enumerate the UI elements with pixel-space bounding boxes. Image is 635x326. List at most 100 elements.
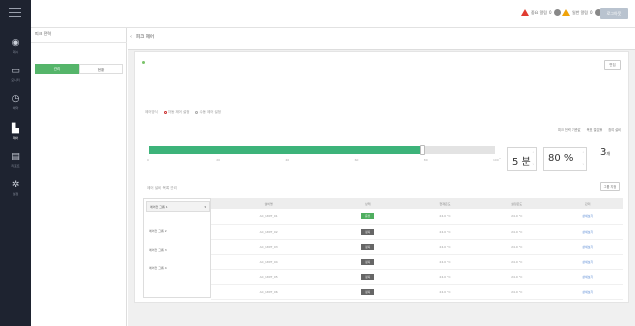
status-badge: 정지 <box>361 258 375 265</box>
interval-stepper[interactable]: 5 분 ˄ ˅ <box>507 147 537 171</box>
detail-link[interactable]: 상세보기 <box>582 260 593 264</box>
monitor-icon: ▭ <box>11 66 20 76</box>
status-badge: 정지 <box>361 228 375 235</box>
menu-icon[interactable] <box>9 8 21 17</box>
chevron-up-icon[interactable]: ˄ <box>583 151 585 155</box>
table-cell: 상세보기 <box>552 254 623 270</box>
slider-handle[interactable] <box>420 145 426 155</box>
table-cell: AC_UNIT_06 <box>211 284 327 300</box>
status-dot <box>142 61 145 64</box>
cell-text: 24.0 °C <box>439 229 451 234</box>
method-label: 제어방식 <box>145 110 158 114</box>
chevron-down-icon: ▾ <box>204 205 206 209</box>
nav-item-monitor[interactable]: ▭ 모니터 <box>0 64 31 90</box>
table-row[interactable]: AC_UNIT_04 정지 24.0 °C 24.0 °C 상세보기 <box>211 254 623 270</box>
nav-label: 제어 <box>12 136 19 140</box>
cell-text: 24.0 °C <box>511 229 523 234</box>
device-table: 설비명 상태 현재온도 설정온도 관리 AC_UNIT_01 운전 24.0 °C 2… <box>211 198 623 300</box>
legend-item: 목표 절감률 <box>586 128 603 132</box>
nav-item-schedule[interactable]: ◷ 예약 <box>0 92 31 118</box>
chevron-down-icon[interactable]: ˅ <box>533 163 535 167</box>
alert-critical-label: 중요 알림 <box>531 9 547 15</box>
peak-slider[interactable] <box>149 145 495 155</box>
radio-icon <box>163 110 167 114</box>
cell-text: 24.0 °C <box>511 259 523 264</box>
slider-tick: 60 <box>354 158 359 162</box>
edit-button[interactable]: 편집 <box>604 60 621 70</box>
table-cell: AC_UNIT_01 <box>211 209 327 225</box>
cell-text: AC_UNIT_01 <box>259 214 278 219</box>
count-unit: 개 <box>606 151 611 156</box>
detail-link[interactable]: 상세보기 <box>582 214 593 218</box>
chevron-up-icon[interactable]: ˄ <box>533 151 535 155</box>
radio-manual-label: 수동 제어 설정 <box>199 110 221 114</box>
interval-value: 5 분 <box>512 157 531 168</box>
table-row[interactable]: AC_UNIT_02 정지 24.0 °C 24.0 °C 상세보기 <box>211 224 623 240</box>
method-row: 제어방식 자동 제어 설정 수동 제어 설정 <box>145 110 221 115</box>
status-badge: 운전 <box>361 213 375 220</box>
table-row[interactable]: AC_UNIT_06 정지 24.0 °C 24.0 °C 상세보기 <box>211 284 623 300</box>
status-badge: 정지 <box>361 288 375 295</box>
nav-item-report[interactable]: ▤ 리포트 <box>0 150 31 176</box>
warning-alert[interactable]: 일반 알림 0 <box>562 9 602 16</box>
detail-link[interactable]: 상세보기 <box>582 290 593 294</box>
left-nav: ◉ 대시 ▭ 모니터 ◷ 예약 ▙ 제어 ▤ 리포트 ✲ 설정 <box>0 0 31 326</box>
panel-title: 피크 전력 <box>35 31 51 36</box>
detail-link[interactable]: 상세보기 <box>582 275 593 279</box>
settings-icon: ✲ <box>11 180 20 190</box>
cell-text: 24.0 °C <box>439 214 451 219</box>
main-area: ‹ 피크 제어 편집 제어방식 자동 제어 설정 수동 제어 설정 피크 전력 … <box>128 28 635 326</box>
slider-tick: 20 <box>216 158 221 162</box>
header-cell: 현재온도 <box>409 198 481 209</box>
alert-critical-count: 0 <box>549 10 552 15</box>
radio-auto-label: 자동 제어 설정 <box>167 110 190 114</box>
rate-stepper[interactable]: 80 % ˄ ˅ <box>543 147 587 171</box>
slider-tick: 0 <box>147 158 149 162</box>
cell-text: 24.0 °C <box>439 289 451 294</box>
logout-button[interactable]: 로그아웃 <box>600 8 628 19</box>
section-subhead: 제어 설비 목록 관리 <box>147 186 177 190</box>
table-row[interactable]: AC_UNIT_01 운전 24.0 °C 24.0 °C 상세보기 <box>211 209 623 225</box>
tab-peak-control[interactable]: 피크 제어 <box>136 34 154 40</box>
group-item[interactable]: 에어컨 그룹 4 <box>149 266 167 270</box>
tab-status[interactable]: 현황 <box>79 64 123 74</box>
group-item[interactable]: 에어컨 그룹 3 <box>149 248 167 252</box>
chevron-left-icon[interactable]: ‹ <box>130 34 132 40</box>
radio-auto[interactable]: 자동 제어 설정 <box>163 110 190 115</box>
control-card: 편집 제어방식 자동 제어 설정 수동 제어 설정 피크 전력 기준값 목표 절… <box>134 51 629 303</box>
cell-text: 24.0 °C <box>511 244 523 249</box>
critical-alert[interactable]: 중요 알림 0 <box>521 9 561 16</box>
group-item[interactable]: 에어컨 그룹 2 <box>149 229 167 233</box>
detail-link[interactable]: 상세보기 <box>582 230 593 234</box>
nav-label: 설정 <box>12 192 19 196</box>
group-assign-button[interactable]: 그룹 지정 <box>600 182 620 191</box>
group-selected[interactable]: 에어컨 그룹 1 ▾ <box>146 201 210 212</box>
tab-manage[interactable]: 관리 <box>35 64 79 74</box>
cell-text: 24.0 °C <box>439 259 451 264</box>
nav-item-control[interactable]: ▙ 제어 <box>0 122 31 148</box>
group-list: 에어컨 그룹 1 ▾ 에어컨 그룹 2 에어컨 그룹 3 에어컨 그룹 4 <box>143 198 211 298</box>
nav-item-dashboard[interactable]: ◉ 대시 <box>0 36 31 62</box>
table-cell: 24.0 °C <box>409 269 481 285</box>
table-row[interactable]: AC_UNIT_05 정지 24.0 °C 24.0 °C 상세보기 <box>211 269 623 285</box>
slider-tick: 80 <box>423 158 428 162</box>
minus-icon[interactable]: – <box>499 156 501 161</box>
dashboard-icon: ◉ <box>11 38 20 48</box>
table-row[interactable]: AC_UNIT_03 정지 24.0 °C 24.0 °C 상세보기 <box>211 239 623 255</box>
radio-manual[interactable]: 수동 제어 설정 <box>195 110 221 115</box>
table-cell: 상세보기 <box>552 284 623 300</box>
nav-label: 리포트 <box>11 164 20 168</box>
table-cell: 정지 <box>326 269 410 285</box>
cell-text: 24.0 °C <box>439 244 451 249</box>
divider <box>31 42 127 43</box>
header-cell: 상태 <box>326 198 410 209</box>
table-cell: AC_UNIT_03 <box>211 239 327 255</box>
chevron-down-icon[interactable]: ˅ <box>583 163 585 167</box>
nav-item-settings[interactable]: ✲ 설정 <box>0 178 31 204</box>
table-cell: 24.0 °C <box>480 209 553 225</box>
table-cell: 24.0 °C <box>409 209 481 225</box>
slider-ticks: 0 20 40 60 80 100 <box>147 158 499 163</box>
top-header: 중요 알림 0 일반 알림 0 로그아웃 <box>31 0 635 28</box>
detail-link[interactable]: 상세보기 <box>582 245 593 249</box>
table-cell: 24.0 °C <box>409 224 481 240</box>
